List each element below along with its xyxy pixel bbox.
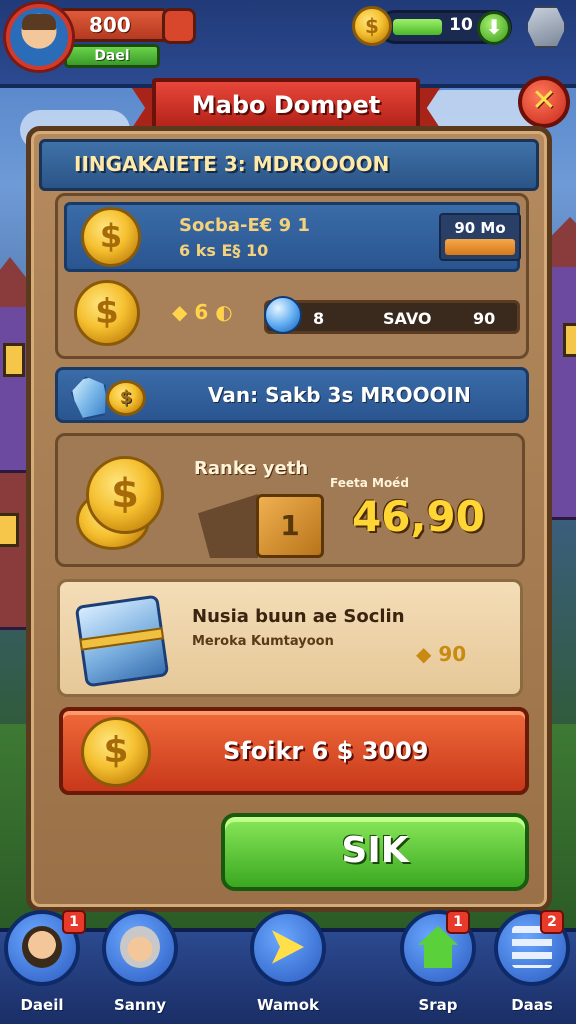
bundle-price: ◆ 90: [416, 642, 467, 666]
player-avatar[interactable]: [6, 4, 72, 70]
reward-label: Ranke yeth: [194, 458, 309, 479]
offer-2-track: 8 SAVO 90: [264, 300, 520, 334]
nav-label: Srap: [418, 996, 458, 1014]
energy-add-icon[interactable]: ⬇: [477, 11, 511, 45]
section-banner-text: Van: Sakb 3s MROOOIN: [208, 383, 471, 407]
bundle-subtitle: Meroka Kumtayoon: [192, 634, 334, 649]
section-banner: $ Van: Sakb 3s MROOOIN: [55, 367, 529, 423]
bottom-nav: 1 Daeil Sanny Wamok 1 Srap 2 Daas: [0, 910, 576, 1024]
settings-gem-icon[interactable]: [526, 6, 566, 48]
energy-fill: [393, 19, 442, 35]
offer-1-title: Socba-E€ 9 1: [179, 215, 310, 236]
arrow-right-icon: [250, 910, 326, 986]
offer-row-1[interactable]: $ Socba-E€ 9 1 6 ks E§ 10 90 Mo: [64, 202, 521, 272]
character-icon: [102, 910, 178, 986]
panel-header: IINGAKAIETE 3: MDROOOON: [39, 139, 539, 191]
nav-label: Daeil: [20, 996, 64, 1014]
coin-icon: $: [106, 380, 146, 416]
coin-counter: 800: [58, 8, 168, 42]
buy-button[interactable]: $ Sfoikr 6 $ 3009: [59, 707, 529, 795]
coin-icon: $: [81, 717, 151, 787]
notification-badge: 1: [446, 910, 470, 934]
energy-bar: 10 ⬇: [378, 10, 512, 45]
reward-box[interactable]: 1: [256, 494, 324, 558]
bundle-title: Nusia buun ae Soclin: [192, 606, 405, 627]
coin-icon: $: [74, 280, 140, 346]
wallet-panel: IINGAKAIETE 3: MDROOOON $ Socba-E€ 9 1 6…: [26, 126, 552, 912]
track-value-2: SAVO: [383, 309, 432, 328]
coin-icon: $: [81, 207, 141, 267]
offer-section: $ Socba-E€ 9 1 6 ks E§ 10 90 Mo $ ◆ 6 ◐ …: [55, 193, 529, 359]
track-value-3: 90: [473, 309, 496, 328]
offer-1-badge: 90 Mo: [439, 213, 521, 261]
top-bar: 800 Dael 10 ⬇ $: [0, 0, 576, 88]
energy-value: 10: [449, 15, 473, 35]
chest-icon: [74, 594, 170, 688]
reward-slot: [198, 494, 258, 558]
buy-button-label: Sfoikr 6 $ 3009: [223, 737, 429, 765]
reward-section: $ Ranke yeth Feeta Moéd 1 46,90: [55, 433, 525, 567]
track-value-1: 8: [313, 309, 325, 328]
player-name: Dael: [64, 44, 160, 68]
reward-sublabel: Feeta Moéd: [330, 476, 409, 490]
offer-row-2[interactable]: $ ◆ 6 ◐ 8 SAVO 90: [64, 280, 520, 350]
notification-badge: 1: [62, 910, 86, 934]
coin-icon: $: [86, 456, 164, 534]
coin-count: 800: [89, 13, 131, 37]
dialog-title: Mabo Dompet: [152, 78, 420, 132]
close-button[interactable]: ✕: [518, 76, 570, 128]
reward-value: 46,90: [352, 492, 485, 541]
nav-label: Daas: [511, 996, 553, 1014]
orb-icon: [264, 296, 302, 334]
confirm-button[interactable]: SIK: [221, 813, 529, 891]
bundle-offer[interactable]: Nusia buun ae Soclin Meroka Kumtayoon ◆ …: [57, 579, 523, 697]
offer-1-badge-text: 90 Mo: [454, 219, 506, 237]
notification-badge: 2: [540, 910, 564, 934]
nav-label: Sanny: [113, 996, 167, 1014]
nav-label: Wamok: [256, 996, 320, 1014]
coin-add-button[interactable]: [162, 8, 196, 44]
offer-1-subtitle: 6 ks E§ 10: [179, 241, 269, 260]
coin-icon: $: [352, 6, 392, 46]
